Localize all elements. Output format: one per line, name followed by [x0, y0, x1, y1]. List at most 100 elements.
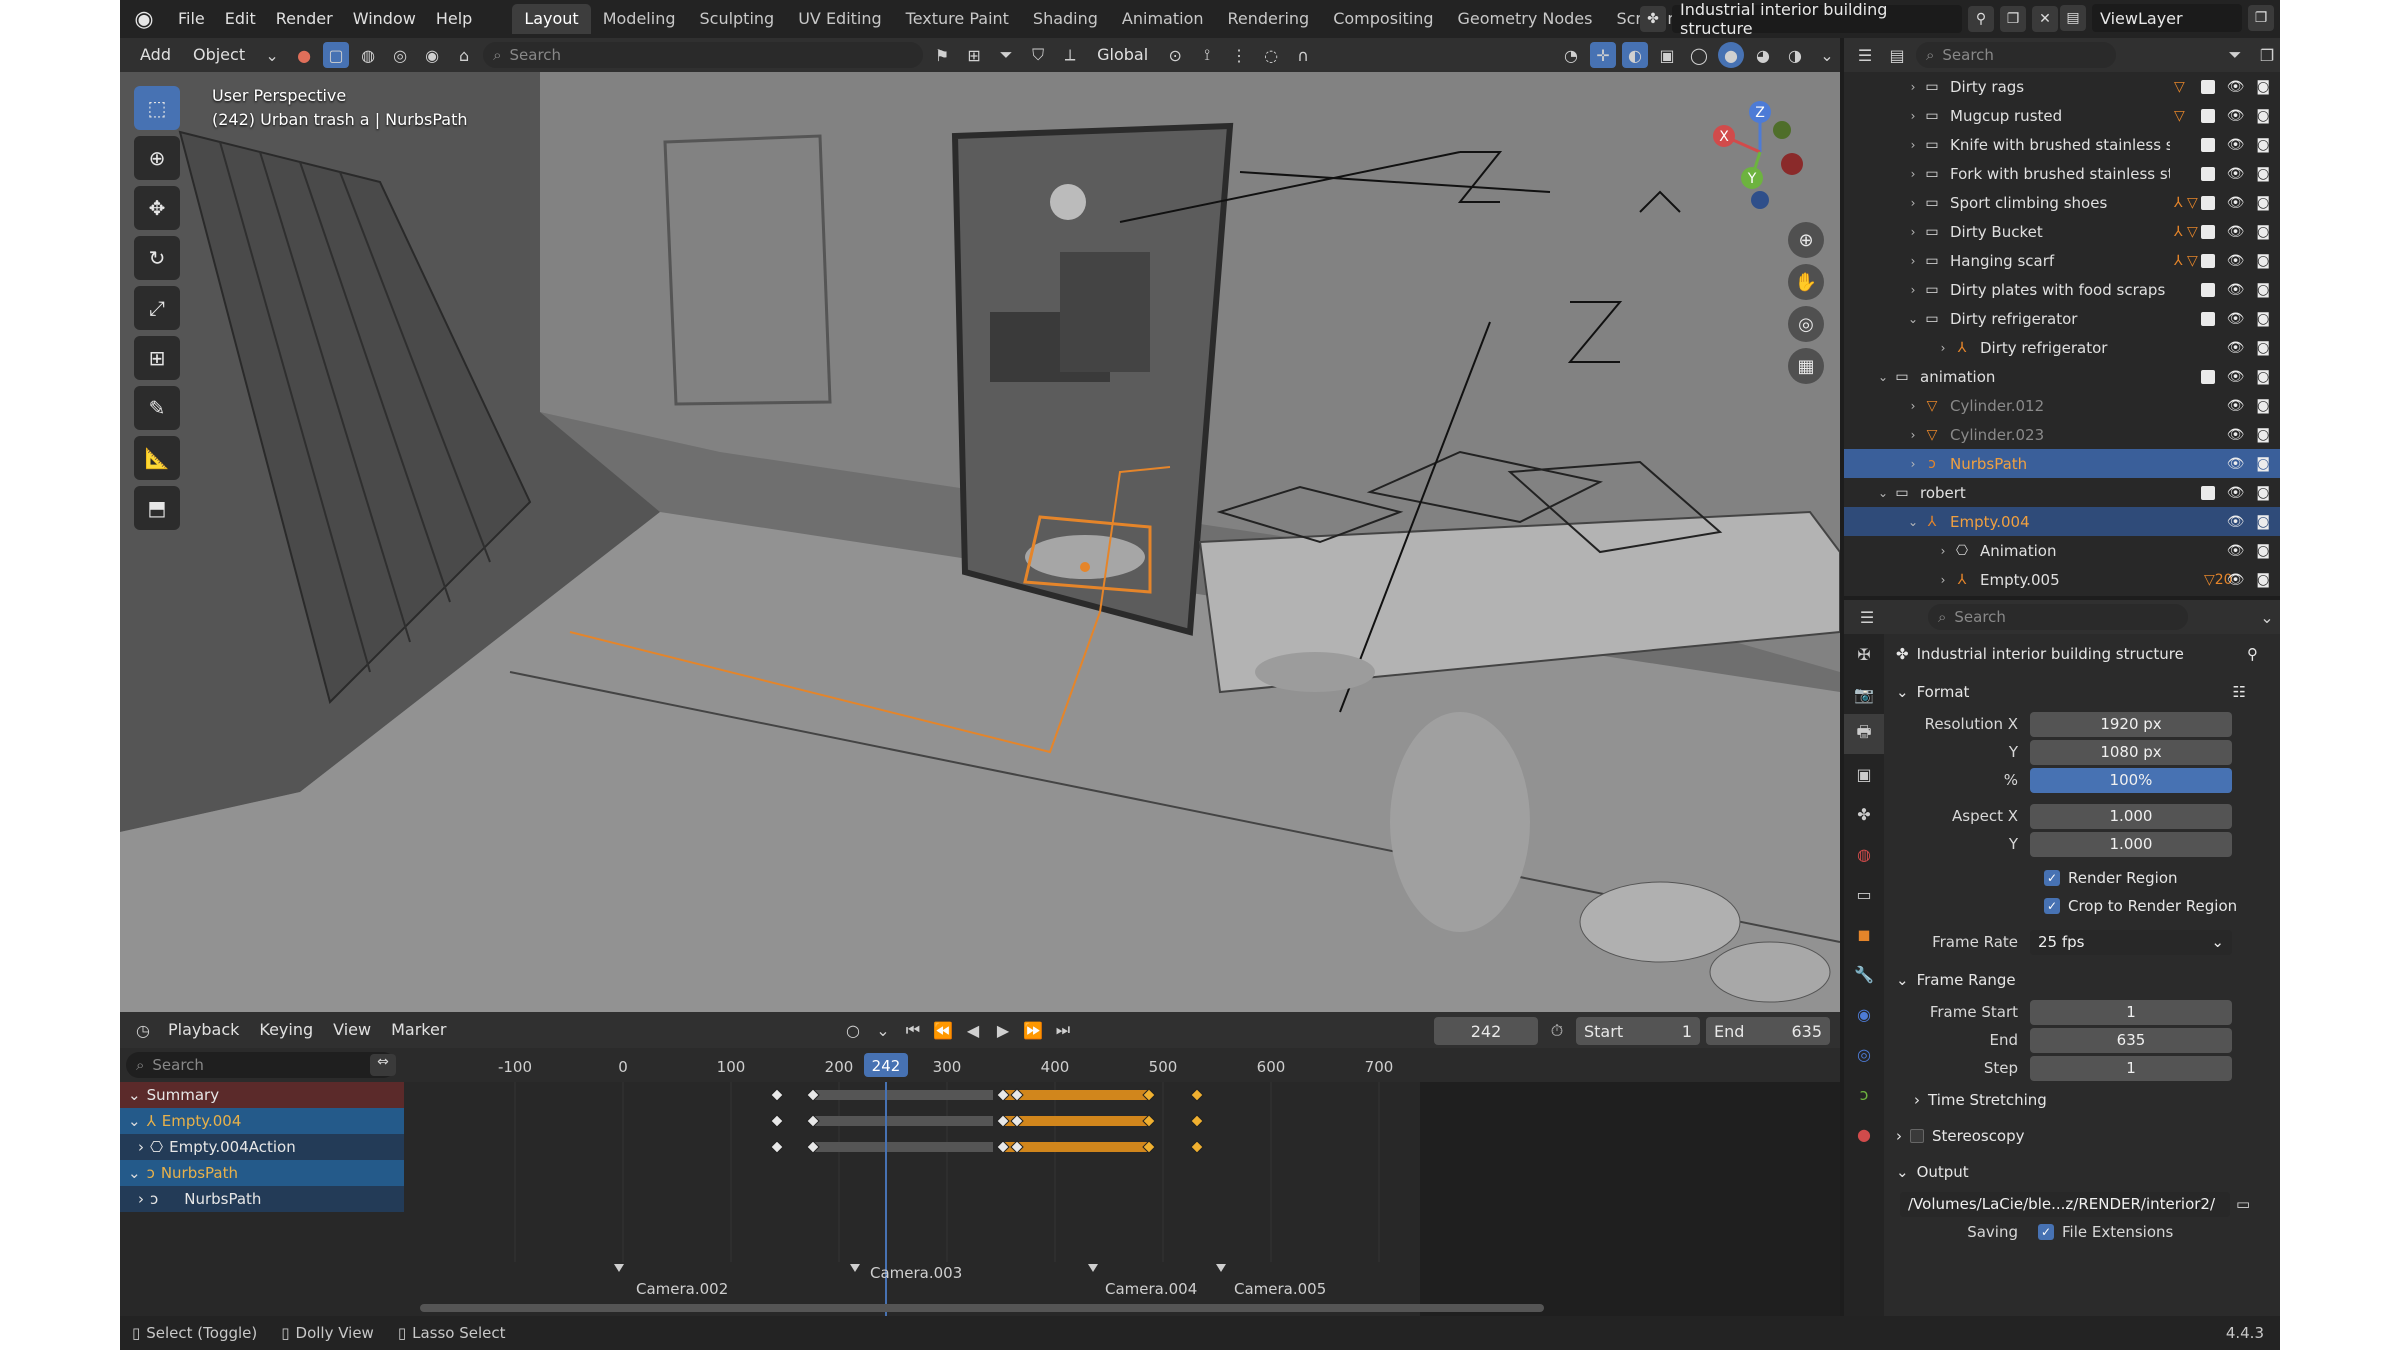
- view-layer-tab-icon[interactable]: ▣: [1844, 754, 1884, 794]
- chevron-right-icon[interactable]: ›: [1904, 196, 1922, 210]
- menu-file[interactable]: File: [168, 4, 215, 34]
- move-tool-icon[interactable]: ✥: [134, 186, 180, 230]
- visibility-icon[interactable]: ◔: [1558, 42, 1584, 68]
- eye-icon[interactable]: 👁: [2227, 137, 2245, 153]
- prev-key-icon[interactable]: ⏪: [930, 1017, 956, 1043]
- camera-icon[interactable]: ◙: [2256, 108, 2270, 124]
- chevron-right-icon[interactable]: ›: [1904, 283, 1922, 297]
- viewport-search[interactable]: ⌕ Search: [483, 42, 924, 68]
- annotate-tool-icon[interactable]: ✎: [134, 386, 180, 430]
- snap-icon[interactable]: ⟟: [1194, 42, 1220, 68]
- pivot-icon[interactable]: ⊙: [1162, 42, 1188, 68]
- tab-layout[interactable]: Layout: [512, 4, 591, 34]
- chevron-right-icon[interactable]: ›: [1904, 254, 1922, 268]
- tab-uv-editing[interactable]: UV Editing: [786, 4, 893, 34]
- output-tab-icon[interactable]: 🖶: [1844, 714, 1884, 754]
- solid-shading-icon[interactable]: ●: [1718, 42, 1744, 68]
- chevron-right-icon[interactable]: ›: [1934, 341, 1952, 355]
- object-mode-menu[interactable]: Object: [185, 42, 253, 68]
- jump-end-icon[interactable]: ⏭: [1050, 1017, 1076, 1043]
- render-region-checkbox[interactable]: ✓ Render Region: [1890, 864, 2274, 892]
- marker-label[interactable]: Camera.005: [1234, 1280, 1326, 1298]
- outliner-search[interactable]: ⌕ Search: [1916, 42, 2116, 68]
- aspect-y-field[interactable]: 1.000: [2030, 831, 2232, 857]
- particles-tab-icon[interactable]: ◉: [1844, 994, 1884, 1034]
- navigation-gizmo[interactable]: Z X Y: [1700, 90, 1820, 210]
- 3d-viewport[interactable]: ⬚ ⊕ ✥ ↻ ⤢ ⊞ ✎ 📐 ⬒ User Perspective (242)…: [120, 72, 1840, 1012]
- jump-start-icon[interactable]: ⏮: [900, 1017, 926, 1043]
- eye-icon[interactable]: 👁: [2227, 166, 2245, 182]
- menu-render[interactable]: Render: [266, 4, 343, 34]
- chevron-right-icon[interactable]: ⌄: [1874, 370, 1892, 384]
- channel-nurbspath[interactable]: ⌄ ↄ NurbsPath: [120, 1160, 404, 1186]
- properties-editor-icon[interactable]: ☰: [1854, 604, 1880, 630]
- keying-menu[interactable]: Keying: [251, 1017, 321, 1043]
- outliner-row[interactable]: ›▽charging station👁◙: [1844, 594, 2280, 596]
- outliner-row[interactable]: › ▭ Mugcup rusted ▽ 👁 ◙: [1844, 101, 2280, 130]
- camera-icon[interactable]: ◙: [2256, 543, 2270, 559]
- scene-tab-icon[interactable]: ✤: [1844, 794, 1884, 834]
- outliner-row[interactable]: › ▭ Sport climbing shoes ⅄ ▽ 👁 ◙: [1844, 188, 2280, 217]
- orientation-dropdown[interactable]: Global: [1089, 42, 1156, 68]
- presets-icon[interactable]: ☷: [2233, 683, 2246, 701]
- camera-icon[interactable]: ◙: [2256, 456, 2270, 472]
- color-wheel-icon[interactable]: ●: [291, 42, 317, 68]
- play-icon[interactable]: ▶: [990, 1017, 1016, 1043]
- tool-tab-icon[interactable]: ✠: [1844, 634, 1884, 674]
- proportional-icon[interactable]: ◌: [1258, 42, 1284, 68]
- zoom-icon[interactable]: ⊕: [1788, 222, 1824, 258]
- xray-icon[interactable]: ▣: [1654, 42, 1680, 68]
- new-collection-icon[interactable]: ❐: [2254, 42, 2280, 68]
- camera-icon[interactable]: ◙: [2256, 224, 2270, 240]
- frame-step-field[interactable]: 1: [2030, 1055, 2232, 1081]
- camera-icon[interactable]: ◙: [2256, 340, 2270, 356]
- chevron-right-icon[interactable]: ⌄: [1874, 486, 1892, 500]
- outliner-row[interactable]: › ↄ NurbsPath 👁 ◙: [1844, 449, 2280, 478]
- camera-icon[interactable]: ◙: [2256, 398, 2270, 414]
- wireframe-shading-icon[interactable]: ◯: [1686, 42, 1712, 68]
- resolution-percent-field[interactable]: 100%: [2030, 767, 2232, 793]
- camera-icon[interactable]: ◙: [2256, 253, 2270, 269]
- object-tab-icon[interactable]: ◼: [1844, 914, 1884, 954]
- transform-orientation-icon[interactable]: ⟂: [1057, 42, 1083, 68]
- outliner-editor-icon[interactable]: ☰: [1852, 42, 1878, 68]
- pin-icon[interactable]: ⚲: [2247, 645, 2258, 663]
- select-box-icon[interactable]: ▢: [323, 42, 350, 68]
- eye-icon[interactable]: 👁: [2227, 224, 2245, 240]
- outliner-row[interactable]: ⌄ ▭ robert 👁 ◙: [1844, 478, 2280, 507]
- tab-geometry-nodes[interactable]: Geometry Nodes: [1446, 4, 1605, 34]
- menu-window[interactable]: Window: [343, 4, 426, 34]
- chevron-right-icon[interactable]: ›: [1904, 399, 1922, 413]
- camera-icon[interactable]: ◙: [2256, 369, 2270, 385]
- aspect-x-field[interactable]: 1.000: [2030, 803, 2232, 829]
- camera-icon[interactable]: ◙: [2256, 195, 2270, 211]
- outliner-row[interactable]: ⌄ ▭ animation 👁 ◙: [1844, 362, 2280, 391]
- chevron-down-icon[interactable]: ⌄: [128, 1086, 141, 1104]
- chevron-right-icon[interactable]: ›: [138, 1138, 144, 1156]
- outliner-row[interactable]: › ▭ Dirty plates with food scraps 👁 ◙: [1844, 275, 2280, 304]
- exclude-checkbox[interactable]: [2200, 79, 2215, 94]
- channel-summary[interactable]: ⌄ Summary: [120, 1082, 404, 1108]
- marker-label[interactable]: Camera.002: [636, 1280, 728, 1298]
- chevron-down-icon[interactable]: ⌄: [870, 1017, 896, 1043]
- eye-icon[interactable]: 👁: [2227, 253, 2245, 269]
- exclude-checkbox[interactable]: [2200, 108, 2215, 123]
- scene-name-field[interactable]: Industrial interior building structure: [1672, 0, 1962, 38]
- scale-tool-icon[interactable]: ⤢: [134, 286, 180, 330]
- exclude-checkbox[interactable]: [2200, 166, 2215, 181]
- material-shading-icon[interactable]: ◕: [1750, 42, 1776, 68]
- exclude-checkbox[interactable]: [2200, 311, 2215, 326]
- eye-icon[interactable]: 👁: [2227, 195, 2245, 211]
- next-key-icon[interactable]: ⏩: [1020, 1017, 1046, 1043]
- chevron-right-icon[interactable]: ›: [1934, 573, 1952, 587]
- eye-icon[interactable]: 👁: [2227, 485, 2245, 501]
- eye-icon[interactable]: 👁: [2227, 282, 2245, 298]
- playback-menu[interactable]: Playback: [160, 1017, 247, 1043]
- select-region-icon[interactable]: ⌂: [451, 42, 477, 68]
- frame-rate-dropdown[interactable]: 25 fps ⌄: [2030, 929, 2232, 955]
- frame-range-panel-header[interactable]: ⌄ Frame Range: [1890, 962, 2274, 998]
- overlays-icon[interactable]: ◐: [1622, 42, 1648, 68]
- modifier-tab-icon[interactable]: 🔧: [1844, 954, 1884, 994]
- eye-icon[interactable]: 👁: [2227, 427, 2245, 443]
- chevron-right-icon[interactable]: ⌄: [1904, 312, 1922, 326]
